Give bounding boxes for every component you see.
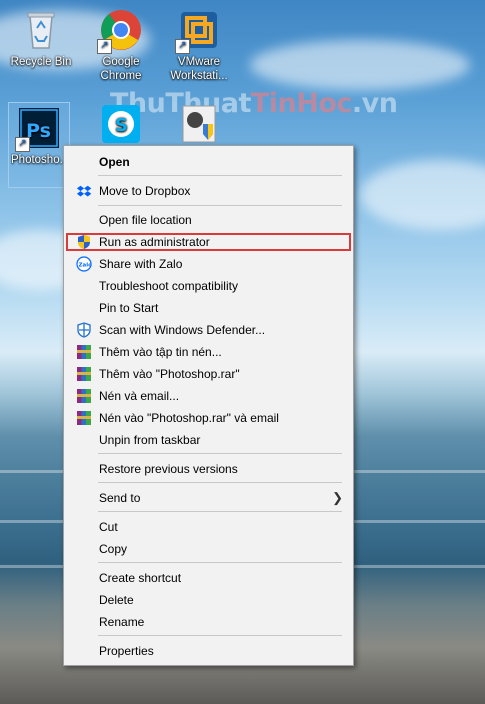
- menu-item-run-as-administrator[interactable]: Run as administrator: [66, 231, 351, 253]
- icon-label: VMware Workstati...: [170, 56, 228, 82]
- desktop-icon-app[interactable]: [164, 102, 234, 149]
- menu-separator: [98, 562, 342, 563]
- shortcut-arrow-icon: ↗: [175, 39, 190, 54]
- menu-separator: [98, 635, 342, 636]
- menu-item-pin-to-start[interactable]: Pin to Start: [66, 297, 351, 319]
- desktop-icon-vmware[interactable]: ↗ VMware Workstati...: [164, 8, 234, 83]
- winrar-icon: [76, 388, 92, 404]
- recycle-bin-icon: [19, 8, 63, 52]
- menu-item-restore-previous-versions[interactable]: Restore previous versions: [66, 458, 351, 480]
- desktop-icon-chrome[interactable]: ↗ Google Chrome: [86, 8, 156, 83]
- dropbox-icon: [76, 183, 92, 199]
- menu-item-compress-and-email[interactable]: Nén và email...: [66, 385, 351, 407]
- menu-item-open-file-location[interactable]: Open file location: [66, 209, 351, 231]
- desktop-icon-recycle-bin[interactable]: Recycle Bin: [6, 8, 76, 69]
- menu-separator: [98, 482, 342, 483]
- menu-separator: [98, 205, 342, 206]
- shortcut-arrow-icon: ↗: [15, 137, 30, 152]
- menu-separator: [98, 453, 342, 454]
- chrome-icon: ↗: [97, 8, 143, 54]
- menu-item-share-with-zalo[interactable]: Zalo Share with Zalo: [66, 253, 351, 275]
- context-menu: Open Move to Dropbox Open file location …: [63, 145, 354, 666]
- menu-item-properties[interactable]: Properties: [66, 640, 351, 662]
- icon-label: Google Chrome: [100, 56, 142, 82]
- menu-item-rename[interactable]: Rename: [66, 611, 351, 633]
- app-shield-icon: [177, 102, 221, 146]
- winrar-icon: [76, 344, 92, 360]
- svg-text:Zalo: Zalo: [79, 263, 93, 269]
- vmware-icon: ↗: [175, 8, 221, 54]
- desktop-icon-skype[interactable]: S: [86, 102, 156, 149]
- svg-text:S: S: [115, 115, 128, 136]
- menu-separator: [98, 511, 342, 512]
- menu-item-add-to-photoshop-rar[interactable]: Thêm vào "Photoshop.rar": [66, 363, 351, 385]
- menu-item-copy[interactable]: Copy: [66, 538, 351, 560]
- skype-icon: S: [99, 102, 143, 146]
- menu-item-compress-to-rar-and-email[interactable]: Nén vào "Photoshop.rar" và email: [66, 407, 351, 429]
- uac-shield-icon: [76, 234, 92, 250]
- menu-item-send-to[interactable]: Send to ❯: [66, 487, 351, 509]
- menu-item-open[interactable]: Open: [66, 151, 351, 173]
- menu-item-troubleshoot-compatibility[interactable]: Troubleshoot compatibility: [66, 275, 351, 297]
- menu-item-delete[interactable]: Delete: [66, 589, 351, 611]
- desktop-background: ThuThuatTinHoc.vn Recycle Bin ↗ Google C…: [0, 0, 485, 704]
- photoshop-icon: Ps ↗: [15, 106, 61, 152]
- winrar-icon: [76, 410, 92, 426]
- chevron-right-icon: ❯: [332, 490, 343, 505]
- menu-item-scan-with-defender[interactable]: Scan with Windows Defender...: [66, 319, 351, 341]
- menu-item-add-to-archive[interactable]: Thêm vào tập tin nén...: [66, 341, 351, 363]
- defender-shield-icon: [76, 322, 92, 338]
- winrar-icon: [76, 366, 92, 382]
- menu-item-unpin-from-taskbar[interactable]: Unpin from taskbar: [66, 429, 351, 451]
- menu-item-create-shortcut[interactable]: Create shortcut: [66, 567, 351, 589]
- menu-separator: [98, 175, 342, 176]
- shortcut-arrow-icon: ↗: [97, 39, 112, 54]
- menu-item-cut[interactable]: Cut: [66, 516, 351, 538]
- cloud: [360, 160, 485, 230]
- desktop-icon-photoshop[interactable]: Ps ↗ Photosho... Shortcu...: [8, 102, 70, 188]
- icon-label: Recycle Bin: [10, 56, 72, 68]
- icon-label: Photosho... Shortcu...: [11, 154, 67, 166]
- zalo-icon: Zalo: [76, 256, 92, 272]
- menu-item-move-to-dropbox[interactable]: Move to Dropbox: [66, 180, 351, 202]
- cloud: [250, 40, 470, 90]
